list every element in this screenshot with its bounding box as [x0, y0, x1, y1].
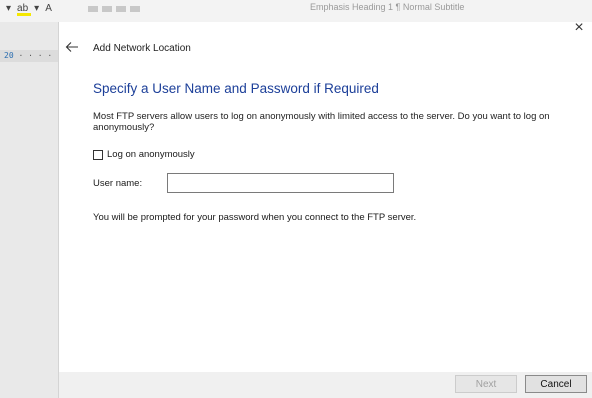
- background-word-toolbar: ▾ ab ▾ A Emphasis Heading 1 ¶ Normal Sub…: [0, 0, 592, 22]
- chevron-down-icon: ▾: [34, 3, 40, 14]
- dialog-footer: Next Cancel: [59, 372, 592, 398]
- ruler-number: 20: [4, 51, 14, 60]
- styles-gallery: Emphasis Heading 1 ¶ Normal Subtitle: [310, 2, 465, 12]
- page-heading: Specify a User Name and Password if Requ…: [93, 81, 379, 96]
- back-button[interactable]: [65, 40, 81, 56]
- close-icon: ×: [574, 19, 584, 36]
- user-name-input[interactable]: [167, 173, 394, 193]
- paragraph-align-icons: [87, 5, 140, 12]
- add-network-location-dialog: × Add Network Location Specify a User Na…: [58, 19, 592, 398]
- background-left-pane: 20 · · · ·: [0, 22, 58, 398]
- checkbox-box[interactable]: [93, 149, 103, 160]
- ruler-dots: · · · ·: [18, 51, 53, 60]
- chevron-down-icon: ▾: [6, 3, 12, 14]
- log-on-anonymously-label: Log on anonymously: [107, 149, 195, 160]
- arrow-left-icon: [65, 42, 78, 52]
- dialog-title: Add Network Location: [93, 43, 191, 54]
- log-on-anonymously-checkbox[interactable]: Log on anonymously: [93, 149, 195, 160]
- close-button[interactable]: ×: [569, 18, 589, 38]
- cancel-button[interactable]: Cancel: [525, 375, 587, 393]
- font-color-icon: A: [45, 3, 52, 14]
- user-name-label: User name:: [93, 178, 143, 189]
- toolbar-icons: ▾ ab ▾ A: [6, 3, 140, 16]
- password-note: You will be prompted for your password w…: [93, 212, 417, 223]
- ruler: 20 · · · ·: [0, 50, 58, 62]
- next-button[interactable]: Next: [455, 375, 517, 393]
- highlight-icon: ab: [17, 3, 32, 16]
- description-text: Most FTP servers allow users to log on a…: [93, 111, 550, 133]
